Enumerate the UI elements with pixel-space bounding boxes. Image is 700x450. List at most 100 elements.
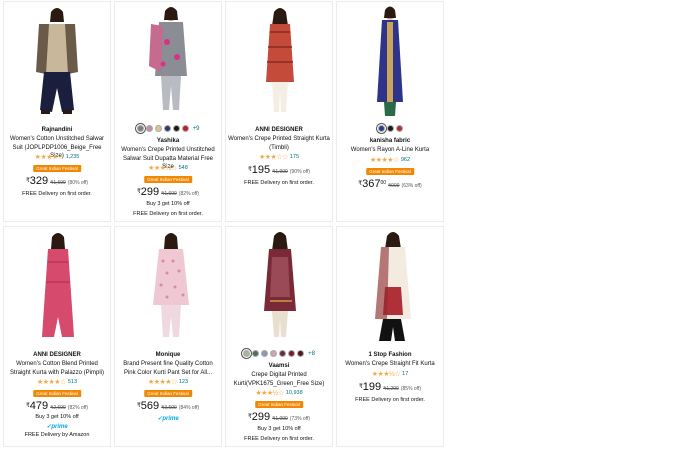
color-swatch[interactable] bbox=[386, 125, 394, 132]
rating-count[interactable]: 962 bbox=[401, 157, 410, 163]
price: 299 bbox=[251, 411, 271, 423]
color-swatch[interactable] bbox=[279, 350, 287, 357]
brand-name: Rajnandini bbox=[41, 127, 73, 133]
price-block[interactable]: ₹ 479 ₹2,699 (82% off) bbox=[4, 401, 110, 412]
color-swatches bbox=[337, 123, 443, 134]
price-block[interactable]: ₹ 299 ₹1,699 (82% off) bbox=[115, 187, 221, 198]
list-price: ₹999 bbox=[388, 183, 400, 189]
list-price: ₹1,299 bbox=[383, 386, 399, 392]
rating-count[interactable]: 123 bbox=[179, 379, 188, 385]
rating[interactable]: ★★★☆☆ 175 bbox=[226, 153, 332, 161]
product-title[interactable]: Crepe Digital Printed Kurti(VPK1675_Gree… bbox=[228, 371, 330, 388]
product-card[interactable]: Monique Brand Present fine Quality Cotto… bbox=[114, 226, 222, 447]
color-swatch[interactable] bbox=[297, 350, 305, 357]
product-title[interactable]: Brand Present fine Quality Cotton Pink C… bbox=[117, 360, 219, 377]
prime-icon: ✓prime bbox=[157, 416, 179, 422]
price: 199 bbox=[362, 381, 382, 393]
product-image[interactable] bbox=[337, 2, 443, 122]
deal-badge: Great Indian Festival bbox=[366, 168, 414, 175]
delivery-info: FREE Delivery on first order. bbox=[244, 436, 314, 442]
rating-count[interactable]: 513 bbox=[68, 379, 77, 385]
delivery-info: FREE Delivery on first order. bbox=[133, 211, 203, 217]
deal-badge: Great Indian Festival bbox=[33, 390, 81, 397]
offer-text: Buy 3 get 10% off bbox=[35, 414, 79, 420]
rating-count[interactable]: 548 bbox=[179, 165, 188, 171]
product-title[interactable]: Women's Crepe Printed Straight Kurta (Ti… bbox=[228, 135, 330, 152]
color-swatch[interactable] bbox=[241, 348, 253, 359]
product-image[interactable] bbox=[115, 2, 221, 122]
more-colors-link[interactable]: +8 bbox=[308, 351, 315, 357]
more-colors-link[interactable]: +9 bbox=[193, 126, 200, 132]
product-title[interactable]: Women's Cotton Blend Printed Straight Ku… bbox=[6, 360, 108, 377]
price-block[interactable]: ₹ 569 ₹3,599 (84% off) bbox=[115, 401, 221, 412]
rating[interactable]: ★★★½☆ 548 bbox=[115, 164, 221, 172]
product-image[interactable] bbox=[115, 227, 221, 347]
color-swatch[interactable] bbox=[163, 125, 171, 132]
color-swatch[interactable] bbox=[270, 350, 278, 357]
discount: (82% off) bbox=[67, 405, 89, 411]
color-swatch[interactable] bbox=[252, 350, 260, 357]
color-swatch[interactable] bbox=[154, 125, 162, 132]
deal-badge: Great Indian Festival bbox=[144, 390, 192, 397]
price-block[interactable]: ₹ 367 00 ₹999 (63% off) bbox=[337, 179, 443, 190]
deal-badge: Great Indian Festival bbox=[255, 401, 303, 408]
price-fraction: 00 bbox=[380, 180, 386, 186]
rating[interactable]: ★★★★☆ 513 bbox=[4, 378, 110, 386]
product-card[interactable]: ANNI DESIGNER Women's Cotton Blend Print… bbox=[3, 226, 111, 447]
rating[interactable]: ★★★★☆ 123 bbox=[115, 378, 221, 386]
product-card[interactable]: 1 Stop Fashion Women's Crepe Straight Fi… bbox=[336, 226, 444, 447]
product-image[interactable] bbox=[4, 2, 110, 122]
price-block[interactable]: ₹ 199 ₹1,299 (85% off) bbox=[337, 382, 443, 393]
product-image[interactable] bbox=[226, 227, 332, 347]
product-image[interactable] bbox=[226, 2, 332, 122]
product-grid: Rajnandini Women's Cotton Unstitched Sal… bbox=[3, 1, 445, 449]
star-rating-icon: ★★★☆☆ bbox=[258, 154, 288, 161]
rating-count[interactable]: 175 bbox=[290, 154, 299, 160]
rating[interactable]: ★★★½☆ 10,938 bbox=[226, 389, 332, 397]
product-title[interactable]: Women's Rayon A-Line Kurta bbox=[339, 146, 441, 155]
brand-name: ANNI DESIGNER bbox=[33, 352, 81, 358]
color-swatch[interactable] bbox=[288, 350, 296, 357]
product-image[interactable] bbox=[4, 227, 110, 347]
list-price: ₹1,999 bbox=[272, 169, 288, 175]
product-image[interactable] bbox=[337, 227, 443, 347]
offer-text: Buy 3 get 10% off bbox=[257, 426, 301, 432]
product-card[interactable]: ANNI DESIGNER Women's Crepe Printed Stra… bbox=[225, 1, 333, 222]
offer-text: Buy 3 get 10% off bbox=[146, 201, 190, 207]
color-swatch[interactable] bbox=[261, 350, 269, 357]
rating-count[interactable]: 10,938 bbox=[286, 390, 303, 396]
color-swatch[interactable] bbox=[145, 125, 153, 132]
rating[interactable]: ★★★½☆ 17 bbox=[337, 370, 443, 378]
price-block[interactable]: ₹ 195 ₹1,999 (90% off) bbox=[226, 165, 332, 176]
product-card[interactable]: +9 Yashika Women's Crepe Printed Unstitc… bbox=[114, 1, 222, 222]
product-card[interactable]: kanisha fabric Women's Rayon A-Line Kurt… bbox=[336, 1, 444, 222]
delivery-info: FREE Delivery on first order. bbox=[244, 180, 314, 186]
star-rating-icon: ★★★★☆ bbox=[34, 154, 64, 161]
star-rating-icon: ★★★★☆ bbox=[369, 157, 399, 164]
price: 569 bbox=[140, 400, 160, 412]
color-swatch[interactable] bbox=[375, 123, 387, 134]
rating[interactable]: ★★★★☆ 962 bbox=[337, 156, 443, 164]
product-card[interactable]: +8 Vaamsi Crepe Digital Printed Kurti(VP… bbox=[225, 226, 333, 447]
discount: (90% off) bbox=[289, 169, 311, 175]
list-price: ₹1,099 bbox=[272, 416, 288, 422]
price-block[interactable]: ₹ 299 ₹1,099 (73% off) bbox=[226, 412, 332, 423]
color-swatch[interactable] bbox=[134, 123, 146, 134]
color-swatch[interactable] bbox=[172, 125, 180, 132]
color-swatch[interactable] bbox=[395, 125, 403, 132]
brand-name: 1 Stop Fashion bbox=[368, 352, 412, 358]
discount: (73% off) bbox=[289, 416, 311, 422]
rating[interactable]: ★★★★☆ 1,235 bbox=[4, 153, 110, 161]
product-title[interactable]: Women's Crepe Straight Fit Kurta bbox=[339, 360, 441, 369]
list-price: ₹2,699 bbox=[50, 405, 66, 411]
discount: (63% off) bbox=[401, 183, 422, 189]
price-block[interactable]: ₹ 329 ₹1,699 (80% off) bbox=[4, 176, 110, 187]
color-swatch[interactable] bbox=[181, 125, 189, 132]
star-rating-icon: ★★★½☆ bbox=[255, 390, 284, 397]
discount: (82% off) bbox=[178, 191, 200, 197]
rating-count[interactable]: 1,235 bbox=[66, 154, 80, 160]
rating-count[interactable]: 17 bbox=[402, 371, 408, 377]
list-price: ₹1,699 bbox=[161, 191, 177, 197]
brand-name: kanisha fabric bbox=[369, 138, 411, 144]
product-card[interactable]: Rajnandini Women's Cotton Unstitched Sal… bbox=[3, 1, 111, 222]
